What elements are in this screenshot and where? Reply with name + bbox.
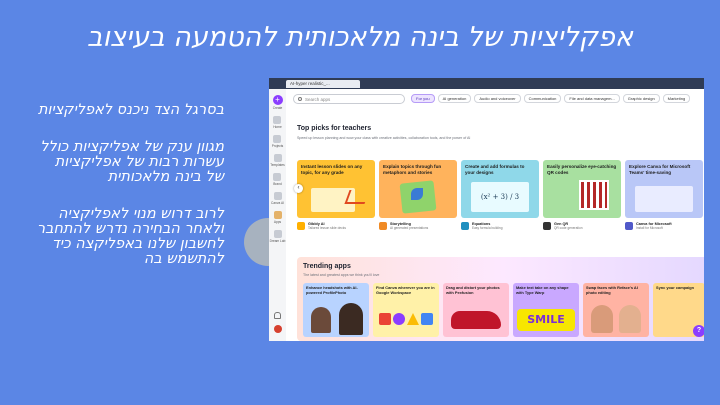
app-icon bbox=[543, 222, 551, 230]
top-picks-title: Top picks for teachers bbox=[297, 125, 372, 132]
sidebar-item-templates[interactable]: Templates bbox=[270, 154, 285, 167]
home-icon bbox=[273, 116, 282, 124]
drive-icon bbox=[407, 313, 419, 325]
trending-title: Trending apps bbox=[303, 263, 351, 270]
gmail-icon bbox=[379, 313, 391, 325]
instruction-paragraph: לרוב דרוש מנוי לאפליקציה ולאחר הבחירה נד… bbox=[36, 206, 224, 267]
search-input[interactable]: Search apps bbox=[293, 94, 405, 104]
slide-title: אפקליציות של בינה מלאכותית להטמעה בעיצוב bbox=[87, 22, 633, 53]
butterfly-icon bbox=[411, 188, 423, 200]
apps-icon bbox=[273, 211, 282, 219]
qr-code-icon bbox=[579, 180, 609, 210]
trending-card-profilephoto[interactable]: Enhance headshots with AI-powered Profil… bbox=[303, 283, 369, 337]
face-photo bbox=[591, 305, 613, 333]
face-photo bbox=[619, 305, 641, 333]
sidebar-item-dream-lab[interactable]: Dream Lab bbox=[270, 230, 285, 243]
chip-communication[interactable]: Communication bbox=[523, 94, 562, 103]
sidebar-item-brand[interactable]: Brand bbox=[273, 173, 282, 186]
docs-icon bbox=[421, 313, 433, 325]
canva-apps-screenshot: AI-hyper realistic_... + Create Home Pro… bbox=[269, 78, 704, 341]
chip-file-data[interactable]: File and data managem... bbox=[564, 94, 620, 103]
browser-bar: AI-hyper realistic_... bbox=[269, 78, 704, 89]
notifications-icon[interactable] bbox=[274, 312, 281, 319]
trending-card-google-workspace[interactable]: Find Canva wherever you are in Google Wo… bbox=[373, 283, 439, 337]
app-icon bbox=[379, 222, 387, 230]
apps-main-area: Search apps For you AI generation Audio … bbox=[289, 89, 704, 341]
card-image: Explore Canva for Microsoft Teams' time-… bbox=[625, 160, 703, 218]
app-card-gen-qr[interactable]: Easily personalize eye-catching QR codes… bbox=[543, 160, 621, 230]
teams-illustration bbox=[635, 186, 693, 212]
app-icon bbox=[625, 222, 633, 230]
card-image: Explain topics through fun metaphors and… bbox=[379, 160, 457, 218]
app-card-canva-microsoft[interactable]: Explore Canva for Microsoft Teams' time-… bbox=[625, 160, 703, 230]
trending-card-type-warp[interactable]: Make text take on any shape with Type Wa… bbox=[513, 283, 579, 337]
card-image: Create and add formulas to your designs … bbox=[461, 160, 539, 218]
sidebar-item-canva-ai[interactable]: Canva AI bbox=[271, 192, 284, 205]
trending-apps-section: Trending apps The latest and greatest ap… bbox=[297, 257, 704, 341]
chip-audio[interactable]: Audio and voiceover bbox=[474, 94, 521, 103]
canva-sidebar: + Create Home Projects Templates Brand C… bbox=[269, 89, 286, 341]
dream-lab-icon bbox=[273, 230, 282, 238]
smile-word-art: SMILE bbox=[517, 309, 575, 331]
trending-subtitle: The latest and greatest apps we think yo… bbox=[303, 273, 380, 277]
chip-graphic-design[interactable]: Graphic design bbox=[622, 94, 660, 103]
sidebar-item-create[interactable]: + Create bbox=[272, 95, 283, 110]
templates-icon bbox=[273, 154, 282, 162]
portrait-photo bbox=[339, 303, 363, 335]
scroll-left-arrow[interactable]: ‹ bbox=[294, 184, 303, 193]
card-image: Easily personalize eye-catching QR codes bbox=[543, 160, 621, 218]
app-card-storytelling[interactable]: Explain topics through fun metaphors and… bbox=[379, 160, 457, 230]
app-icon bbox=[297, 222, 305, 230]
browser-tab[interactable]: AI-hyper realistic_... bbox=[286, 79, 360, 88]
instruction-paragraph: בסרגל הצד ניכנס לאפליקציות bbox=[37, 102, 224, 118]
app-card-gibbly[interactable]: Instant lesson slides on any topic, for … bbox=[297, 160, 375, 230]
trending-card-pexfusion[interactable]: Drag and distort your photos with Pexfus… bbox=[443, 283, 509, 337]
avatar[interactable] bbox=[273, 325, 282, 333]
canva-icon bbox=[393, 313, 405, 325]
trending-card-reface[interactable]: Swap faces with Reface's AI photo editin… bbox=[583, 283, 649, 337]
chip-marketing[interactable]: Marketing bbox=[662, 94, 691, 103]
card-image: Instant lesson slides on any topic, for … bbox=[297, 160, 375, 218]
chip-ai-generation[interactable]: AI generation bbox=[437, 94, 472, 103]
help-button[interactable]: ? bbox=[693, 325, 704, 337]
app-icon bbox=[461, 222, 469, 230]
chip-for-you[interactable]: For you bbox=[411, 94, 435, 103]
sparkle-icon bbox=[273, 192, 282, 200]
top-picks-subtitle: Speed up lesson planning and wow your cl… bbox=[297, 136, 471, 140]
chart-illustration bbox=[344, 190, 370, 204]
search-icon bbox=[298, 97, 302, 101]
sidebar-item-projects[interactable]: Projects bbox=[272, 135, 283, 148]
search-placeholder: Search apps bbox=[305, 96, 331, 102]
sidebar-item-apps[interactable]: Apps bbox=[273, 211, 282, 224]
brand-icon bbox=[273, 173, 282, 181]
app-card-equations[interactable]: Create and add formulas to your designs … bbox=[461, 160, 539, 230]
category-chips: For you AI generation Audio and voiceove… bbox=[411, 94, 691, 103]
plus-icon: + bbox=[272, 95, 283, 105]
car-illustration bbox=[451, 311, 501, 329]
instruction-paragraph: מגוון ענק של אפליקציות כולל עשרות רבות ש… bbox=[40, 139, 224, 185]
instructions-text: בסרגל הצד ניכנס לאפליקציות מגוון ענק של … bbox=[34, 103, 224, 289]
folder-icon bbox=[273, 135, 282, 143]
portrait-photo bbox=[311, 307, 331, 333]
sidebar-item-home[interactable]: Home bbox=[273, 116, 282, 129]
formula-illustration: (x² + 3) / 3 bbox=[471, 182, 529, 212]
